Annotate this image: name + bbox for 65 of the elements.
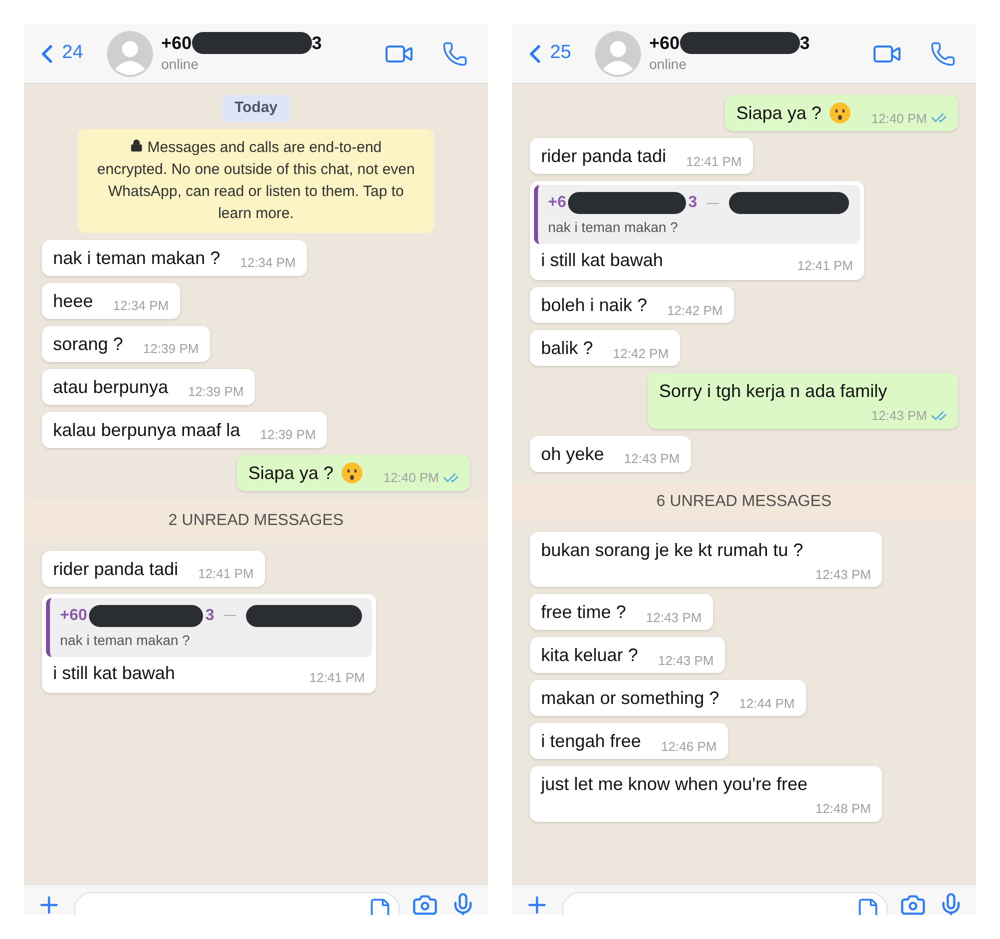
back-button[interactable]: 25 <box>520 38 572 68</box>
message-time: 12:39 PM <box>143 340 199 358</box>
phone-call-icon[interactable] <box>442 40 468 66</box>
contact-name: +60 <box>161 33 192 53</box>
message-text: Siapa ya ? <box>736 102 822 125</box>
message-time: 12:41 PM <box>686 152 742 170</box>
quoted-text: nak i teman makan ? <box>548 218 679 237</box>
message-time: 12:40 PM <box>871 110 927 128</box>
date-chip: Today <box>222 95 290 122</box>
contact-status: online <box>649 55 688 74</box>
message-text: heee <box>53 290 94 312</box>
contact-name: 3 <box>312 33 322 53</box>
message-time: 12:46 PM <box>661 738 717 756</box>
message-text: rider panda tadi <box>541 145 666 168</box>
encryption-notice[interactable]: Messages and calls are end-to-end encrypted. No one outside of this chat, not even WhatsApp, can read or listen to them. Tap to learn more. <box>78 128 434 232</box>
message-text: boleh i naik ? <box>541 294 648 317</box>
message-text: nak i teman makan ? <box>53 246 220 270</box>
message-time: 12:34 PM <box>240 254 296 272</box>
message-text: makan or something ? <box>541 687 720 710</box>
lock-icon <box>130 139 144 152</box>
message-text: sorang ? <box>53 332 124 356</box>
message-time: 12:41 PM <box>797 256 853 274</box>
message-text: atau berpunya <box>53 376 168 398</box>
back-button[interactable]: 24 <box>32 38 84 68</box>
message-time: 12:42 PM <box>613 344 669 362</box>
message-time: 12:40 PM <box>383 469 439 487</box>
message-time: 12:39 PM <box>188 383 244 401</box>
message-time: 12:43 PM <box>646 608 702 626</box>
message-text: balik ? <box>541 337 594 360</box>
message-text: oh yeke <box>541 442 604 466</box>
message-time: 12:42 PM <box>667 302 723 320</box>
message-time: 12:44 PM <box>739 694 795 712</box>
message-time: 12:43 PM <box>815 566 871 584</box>
message-time: 12:43 PM <box>871 407 927 425</box>
message-text: i tengah free <box>541 730 642 753</box>
message-time: 12:34 PM <box>113 297 169 315</box>
message-text: rider panda tadi <box>53 558 178 580</box>
message-text: bukan sorang je ke kt rumah tu ? <box>541 538 804 562</box>
quoted-message[interactable]: +60 3 nak i teman makan ? <box>46 598 372 656</box>
quoted-sender: 3 <box>205 606 214 626</box>
message-time: 12:48 PM <box>815 800 871 818</box>
quoted-text: nak i teman makan ? <box>60 630 191 650</box>
message-text: Sorry i tgh kerja n ada family <box>659 380 888 403</box>
message-text: i still kat bawah <box>53 662 176 684</box>
message-time: 12:41 PM <box>198 565 254 583</box>
message-time: 12:41 PM <box>309 669 365 687</box>
message-time: 12:43 PM <box>624 450 680 468</box>
message-text: kalau berpunya maaf la <box>53 418 240 442</box>
message-time: 12:43 PM <box>658 652 714 670</box>
phone-call-icon[interactable] <box>930 40 956 66</box>
quoted-sender: +6 <box>548 193 566 213</box>
contact-name: +60 <box>649 33 680 53</box>
message-text: i still kat bawah <box>541 249 664 272</box>
quoted-sender: 3 <box>688 193 698 213</box>
contact-name: 3 <box>800 33 810 53</box>
quoted-sender: +60 <box>60 606 88 626</box>
message-text: free time ? <box>541 601 626 624</box>
message-text: just let me know when you're free <box>541 773 808 796</box>
contact-status: online <box>161 55 200 74</box>
message-time: 12:39 PM <box>260 426 316 444</box>
quoted-message[interactable]: +6 3 nak i teman makan ? <box>534 185 860 244</box>
message-text: kita keluar ? <box>541 644 638 667</box>
avatar-icon <box>595 30 642 76</box>
message-text: Siapa ya ? <box>248 462 334 484</box>
avatar-icon <box>107 30 154 76</box>
